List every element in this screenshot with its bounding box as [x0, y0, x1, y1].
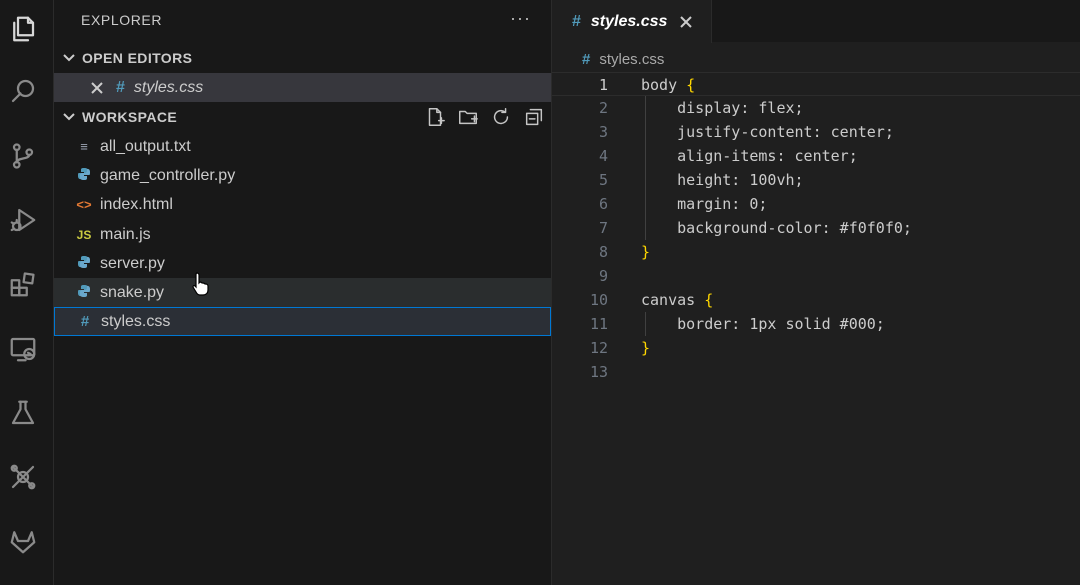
more-actions-button[interactable]: ··· — [510, 8, 531, 29]
open-editor-filename: styles.css — [133, 78, 204, 96]
remote-explorer-icon[interactable] — [6, 332, 40, 366]
code-text: canvas { — [641, 291, 714, 309]
code-line[interactable]: 9 — [552, 264, 1080, 288]
testing-flask-icon[interactable] — [6, 396, 40, 430]
explorer-sidebar: EXPLORER ··· OPEN EDITORS # styles.css W… — [54, 0, 552, 585]
code-line[interactable]: 13 — [552, 360, 1080, 384]
line-number: 9 — [598, 267, 608, 285]
run-debug-icon[interactable] — [6, 203, 40, 237]
file-item-all-output[interactable]: ≡ all_output.txt — [54, 132, 551, 161]
chevron-down-icon — [62, 110, 76, 124]
workspace-header[interactable]: WORKSPACE — [54, 103, 551, 131]
activity-bar — [0, 0, 54, 585]
python-file-icon — [76, 167, 92, 184]
code-text: border: 1px solid #000; — [641, 315, 885, 333]
close-icon[interactable] — [679, 15, 693, 29]
code-line[interactable]: 5 height: 100vh; — [552, 168, 1080, 192]
line-number: 1 — [598, 76, 608, 94]
breadcrumb-file[interactable]: styles.css — [599, 51, 664, 68]
source-control-icon[interactable] — [6, 139, 40, 173]
file-item-server-py[interactable]: server.py — [54, 249, 551, 278]
line-number: 2 — [598, 99, 608, 117]
code-line[interactable]: 4 align-items: center; — [552, 144, 1080, 168]
code-text: background-color: #f0f0f0; — [641, 219, 912, 237]
gitlab-icon[interactable] — [6, 524, 40, 558]
line-number: 10 — [589, 291, 608, 309]
open-editors-header[interactable]: OPEN EDITORS — [54, 44, 551, 72]
file-name: index.html — [100, 195, 173, 213]
python-file-icon — [76, 284, 92, 301]
close-icon[interactable] — [90, 81, 104, 95]
file-name: server.py — [100, 254, 165, 272]
chevron-down-icon — [62, 51, 76, 65]
tab-styles-css[interactable]: # styles.css — [552, 0, 712, 43]
workspace-label: WORKSPACE — [82, 109, 178, 125]
open-editor-item[interactable]: # styles.css — [54, 73, 551, 102]
breadcrumb: # styles.css — [582, 49, 664, 69]
code-line[interactable]: 8} — [552, 240, 1080, 264]
css-file-icon: # — [572, 12, 581, 30]
file-name: styles.css — [101, 312, 171, 330]
line-number: 13 — [589, 363, 608, 381]
line-number: 7 — [598, 219, 608, 237]
line-number: 8 — [598, 243, 608, 261]
line-number: 12 — [589, 339, 608, 357]
file-item-main-js[interactable]: JS main.js — [54, 220, 551, 249]
copilot-icon[interactable] — [6, 460, 40, 494]
file-name: all_output.txt — [100, 137, 191, 155]
open-editors-label: OPEN EDITORS — [82, 50, 193, 66]
code-line[interactable]: 7 background-color: #f0f0f0; — [552, 216, 1080, 240]
code-text: display: flex; — [641, 99, 804, 117]
file-item-game-controller[interactable]: game_controller.py — [54, 161, 551, 190]
code-line[interactable]: 3 justify-content: center; — [552, 120, 1080, 144]
file-item-styles-css[interactable]: # styles.css — [54, 307, 551, 336]
code-line[interactable]: 12} — [552, 336, 1080, 360]
search-icon[interactable] — [6, 74, 40, 108]
file-item-snake-py[interactable]: snake.py — [54, 278, 551, 307]
hand-pointer-icon — [192, 272, 209, 296]
new-file-icon[interactable] — [424, 106, 446, 128]
html-file-icon: <> — [76, 197, 92, 212]
new-folder-icon[interactable] — [457, 106, 479, 128]
refresh-icon[interactable] — [490, 106, 512, 128]
css-file-icon: # — [582, 50, 591, 68]
css-file-icon: # — [80, 313, 90, 330]
code-line[interactable]: 11 border: 1px solid #000; — [552, 312, 1080, 336]
line-number: 3 — [598, 123, 608, 141]
explorer-title: EXPLORER — [81, 12, 163, 28]
workspace-actions — [424, 106, 545, 128]
code-text: justify-content: center; — [641, 123, 894, 141]
line-number: 4 — [598, 147, 608, 165]
code-text: body { — [641, 76, 696, 94]
code-text: align-items: center; — [641, 147, 858, 165]
tab-label: styles.css — [590, 12, 668, 30]
extensions-icon[interactable] — [6, 267, 40, 301]
file-name: main.js — [100, 225, 151, 243]
javascript-file-icon: JS — [76, 227, 92, 242]
code-editor[interactable]: 1 body {2 display: flex; 3 justify-content… — [552, 72, 1080, 384]
code-line[interactable]: 10 canvas { — [552, 288, 1080, 312]
code-text: } — [641, 339, 651, 357]
code-line[interactable]: 1 body { — [552, 72, 1080, 96]
code-text: } — [641, 243, 651, 261]
python-file-icon — [76, 255, 92, 272]
explorer-icon[interactable] — [6, 12, 40, 46]
file-name: game_controller.py — [100, 166, 236, 184]
code-text: margin: 0; — [641, 195, 768, 213]
line-number: 6 — [598, 195, 608, 213]
text-file-icon: ≡ — [80, 139, 88, 154]
tab-bar: # styles.css — [552, 0, 1080, 43]
code-line[interactable]: 6 margin: 0; — [552, 192, 1080, 216]
line-number: 11 — [589, 315, 608, 333]
file-name: snake.py — [100, 283, 165, 301]
code-text: height: 100vh; — [641, 171, 804, 189]
collapse-all-icon[interactable] — [523, 106, 545, 128]
editor-area: # styles.css # styles.css 1 body { 2 displ… — [552, 0, 1080, 585]
line-number: 5 — [598, 171, 608, 189]
file-item-index-html[interactable]: <> index.html — [54, 190, 551, 219]
css-file-icon: # — [116, 78, 125, 96]
code-line[interactable]: 2 display: flex; — [552, 96, 1080, 120]
